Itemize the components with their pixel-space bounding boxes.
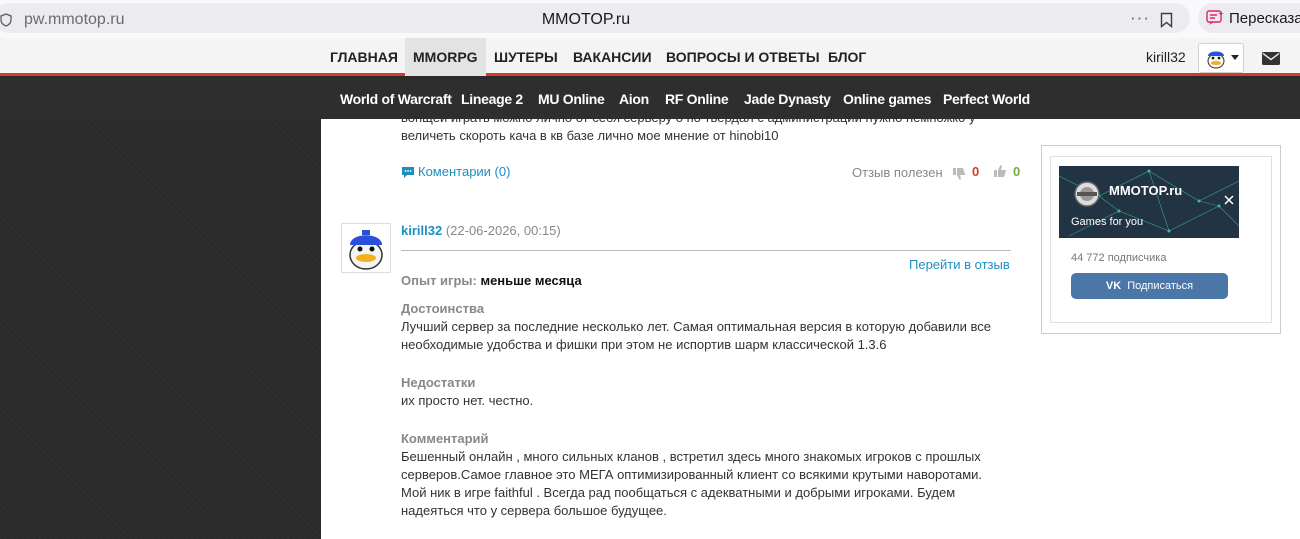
pros-text: Лучший сервер за последние несколько лет… — [401, 319, 991, 352]
nav-vacancies[interactable]: ВАКАНСИИ — [573, 38, 652, 76]
page-title: MMOTOP.ru — [541, 11, 631, 28]
thumbs-down-icon[interactable] — [951, 166, 967, 182]
cons-title: Недостатки — [401, 375, 476, 390]
vk-group-banner[interactable]: MMOTOP.ru Games for you — [1059, 166, 1239, 238]
nav-home[interactable]: ГЛАВНАЯ — [330, 38, 398, 76]
divider — [401, 250, 1011, 251]
vk-group-name: MMOTOP.ru — [1109, 183, 1183, 198]
duck-avatar-icon — [349, 230, 383, 270]
games-nav: World of Warcraft Lineage 2 MU Online Ai… — [0, 79, 1300, 119]
game-link-jade-dynasty[interactable]: Jade Dynasty — [744, 79, 831, 119]
vk-icon: VK — [1105, 280, 1122, 292]
vk-widget-card: MMOTOP.ru Games for you 44 772 подписчик… — [1050, 156, 1272, 323]
mmotop-logo-icon — [1074, 181, 1100, 207]
game-link-mu-online[interactable]: MU Online — [538, 79, 605, 119]
vk-subscriber-count: 44 772 подписчика — [1071, 252, 1167, 264]
main-nav: ГЛАВНАЯ MMORPG ШУТЕРЫ ВАКАНСИИ ВОПРОСЫ И… — [0, 38, 1300, 76]
game-link-lineage2[interactable]: Lineage 2 — [461, 79, 523, 119]
review-author[interactable]: kirill32 — [401, 223, 442, 238]
game-link-aion[interactable]: Aion — [619, 79, 649, 119]
nav-blog[interactable]: БЛОГ — [828, 38, 866, 76]
chevron-down-icon — [1231, 55, 1239, 60]
review-date: (22-06-2026, 00:15) — [445, 223, 561, 238]
username[interactable]: kirill32 — [1146, 38, 1186, 76]
comment-icon — [402, 167, 414, 178]
game-link-rf-online[interactable]: RF Online — [665, 79, 729, 119]
retell-label: Пересказа — [1229, 10, 1300, 27]
more-options-icon[interactable]: ··· — [1130, 8, 1150, 28]
game-experience: Опыт игры: меньше месяца — [401, 273, 582, 288]
mail-icon[interactable] — [1262, 52, 1280, 65]
avatar — [1207, 51, 1225, 69]
user-menu-button[interactable] — [1198, 43, 1244, 73]
address-bar[interactable]: pw.mmotop.ru MMOTOP.ru ··· — [0, 3, 1190, 33]
close-icon[interactable] — [1223, 194, 1235, 206]
goto-review-link[interactable]: Перейти в отзыв — [909, 257, 1010, 272]
reviews-content: вонщей играть можно лично от себя сервер… — [321, 119, 1300, 539]
thumbs-up-icon[interactable] — [992, 163, 1008, 179]
previous-review-text: вонщей играть можно лично от себя сервер… — [401, 119, 975, 143]
nav-shooters[interactable]: ШУТЕРЫ — [494, 38, 558, 76]
game-link-wow[interactable]: World of Warcraft — [340, 79, 452, 119]
pros-title: Достоинства — [401, 301, 485, 316]
comments-link[interactable]: Коментарии (0) — [401, 164, 510, 179]
cons-text: их просто нет. честно. — [401, 393, 534, 408]
like-count: 0 — [1013, 164, 1021, 179]
game-link-online-games[interactable]: Online games — [843, 79, 932, 119]
bookmark-icon[interactable] — [1160, 12, 1173, 28]
comment-title: Комментарий — [401, 431, 489, 446]
page-background-left — [0, 119, 321, 539]
nav-mmorpg[interactable]: MMORPG — [405, 38, 486, 76]
retell-icon — [1206, 10, 1224, 25]
vk-subscribe-button[interactable]: VK Подписаться — [1071, 273, 1228, 299]
reviewer-avatar[interactable] — [341, 223, 391, 273]
helpful-label: Отзыв полезен — [852, 165, 943, 180]
vk-group-tagline: Games for you — [1071, 216, 1144, 228]
game-link-perfect-world[interactable]: Perfect World — [943, 79, 1030, 119]
dislike-count: 0 — [972, 164, 980, 179]
vk-widget: MMOTOP.ru Games for you 44 772 подписчик… — [1041, 145, 1281, 334]
review-header: kirill32 (22-06-2026, 00:15) — [401, 223, 561, 238]
browser-toolbar: pw.mmotop.ru MMOTOP.ru ··· Пересказа — [0, 0, 1300, 38]
nav-qa[interactable]: ВОПРОСЫ И ОТВЕТЫ — [666, 38, 820, 76]
retell-button[interactable]: Пересказа — [1198, 3, 1300, 33]
comment-text: Бешенный онлайн , много сильных кланов ,… — [401, 449, 983, 518]
